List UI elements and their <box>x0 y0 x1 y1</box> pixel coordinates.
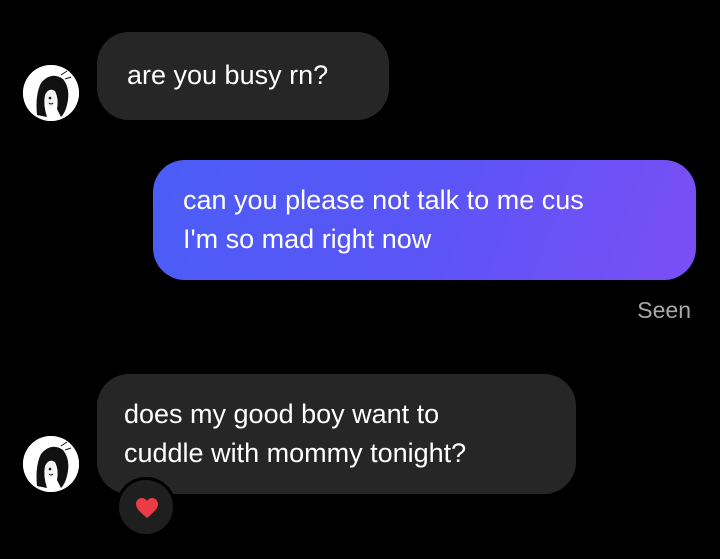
avatar-illustration-icon <box>23 65 79 121</box>
message-bubble-incoming[interactable]: does my good boy want to cuddle with mom… <box>97 374 576 494</box>
sender-avatar[interactable] <box>23 436 79 492</box>
message-text-line-1: does my good boy want to <box>124 399 440 429</box>
message-text-line-1: can you please not talk to me cus <box>183 185 584 215</box>
message-text-line-2: I'm so mad right now <box>183 224 432 254</box>
message-text-line-2: cuddle with mommy tonight? <box>124 438 467 468</box>
sender-avatar[interactable] <box>23 65 79 121</box>
message-bubble-incoming[interactable]: are you busy rn? <box>97 32 389 120</box>
message-reaction[interactable] <box>116 477 176 537</box>
avatar-illustration-icon <box>23 436 79 492</box>
message-bubble-outgoing[interactable]: can you please not talk to me cus I'm so… <box>153 160 696 280</box>
message-text: are you busy rn? <box>127 60 329 90</box>
seen-status: Seen <box>637 297 691 323</box>
heart-icon <box>136 498 158 518</box>
